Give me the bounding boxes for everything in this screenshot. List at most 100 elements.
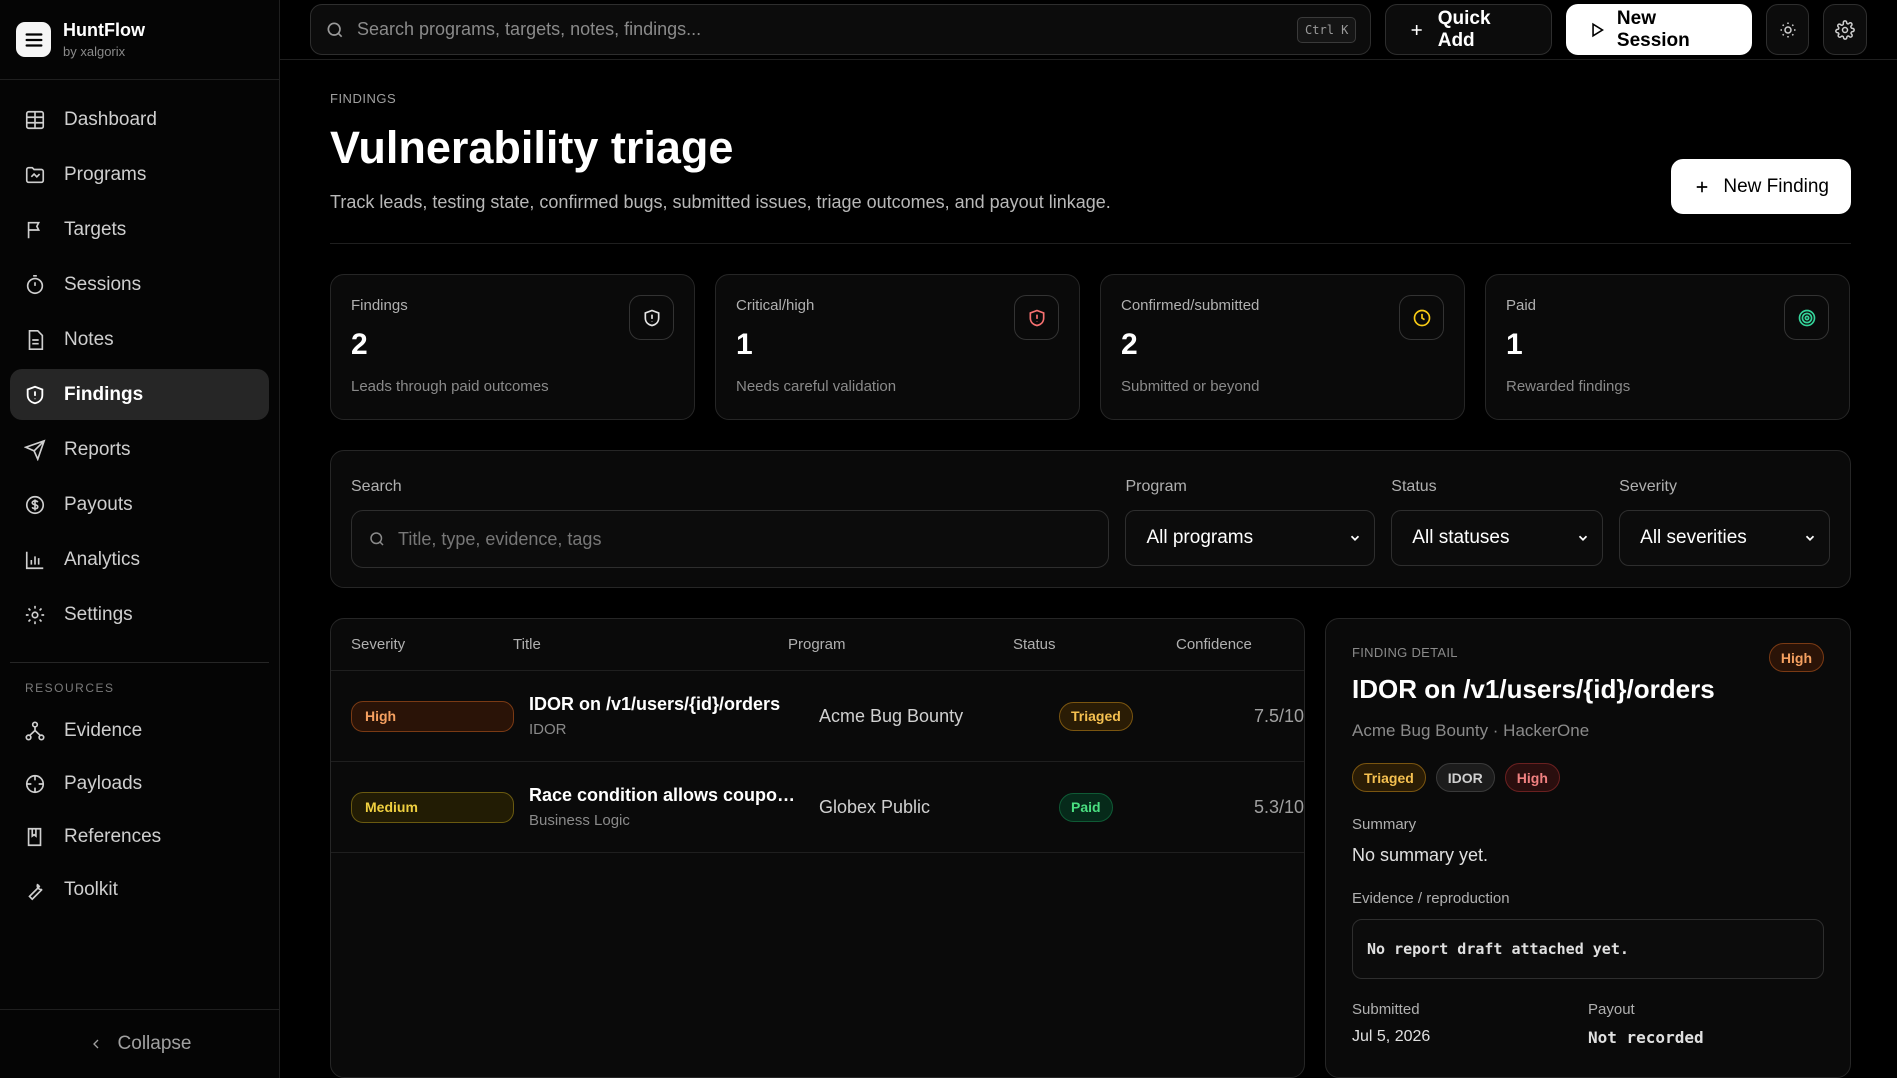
timer-icon [26, 274, 44, 294]
bar-chart-icon [25, 551, 44, 569]
sidebar-item-label: Sessions [64, 273, 142, 295]
plus-icon [1412, 24, 1423, 35]
table-row[interactable]: High IDOR on /v1/users/{id}/orders IDOR … [331, 671, 1304, 762]
status-select[interactable]: All statuses [1391, 510, 1604, 566]
column-header-confidence[interactable]: Confidence [1176, 636, 1296, 653]
sidebar-nav: Dashboard Programs Targets Sessions Note… [0, 80, 279, 644]
sidebar-item-sessions[interactable]: Sessions [10, 259, 269, 310]
sidebar-item-label: Dashboard [64, 108, 157, 130]
detail-label: FINDING DETAIL [1352, 645, 1458, 660]
settings-button[interactable] [1823, 4, 1867, 55]
book-icon [27, 827, 42, 846]
chevron-down-icon [1579, 535, 1588, 541]
status-cell: Triaged [1059, 701, 1209, 731]
main: Search programs, targets, notes, finding… [280, 0, 1897, 1078]
finding-type: IDOR [529, 721, 567, 738]
filter-label: Severity [1619, 478, 1677, 495]
program-select[interactable]: All programs [1125, 510, 1376, 566]
summary-label: Summary [1352, 816, 1417, 833]
resources-heading: RESOURCES [25, 681, 115, 695]
filter-status-group: Status All statuses [1391, 478, 1604, 587]
stat-value: 2 [1121, 328, 1138, 361]
page-title: Vulnerability triage [330, 122, 734, 173]
severity-badge: High [351, 700, 514, 732]
quick-add-label: Quick Add [1437, 7, 1491, 51]
collapse-label: Collapse [117, 1033, 192, 1054]
findings-search-placeholder: Title, type, evidence, tags [398, 528, 602, 549]
stat-value: 2 [351, 328, 368, 361]
stat-label: Confirmed/submitted [1121, 297, 1260, 314]
stats-row: Findings 2 Leads through paid outcomes C… [330, 274, 1851, 420]
stat-card-findings: Findings 2 Leads through paid outcomes [330, 274, 695, 420]
severity-select[interactable]: All severities [1619, 510, 1831, 566]
column-header-title[interactable]: Title [513, 636, 788, 653]
sidebar-item-findings[interactable]: Findings [10, 369, 269, 420]
crosshair-icon [25, 774, 45, 793]
sidebar-item-settings[interactable]: Settings [10, 589, 269, 640]
sidebar-item-dashboard[interactable]: Dashboard [10, 94, 269, 145]
summary-text: No summary yet. [1352, 845, 1489, 865]
sidebar-item-programs[interactable]: Programs [10, 149, 269, 200]
brand[interactable]: HuntFlow by xalgorix [0, 0, 279, 80]
detail-footer: Submitted Jul 5, 2026 Payout Not recorde… [1352, 1001, 1824, 1047]
sidebar-item-notes[interactable]: Notes [10, 314, 269, 365]
sidebar-item-payloads[interactable]: Payloads [0, 758, 279, 809]
severity-badge: Medium [351, 791, 514, 823]
grid-icon [25, 110, 45, 129]
shortcut-badge: Ctrl K [1297, 16, 1357, 43]
sidebar-item-label: Programs [64, 163, 147, 185]
table-row[interactable]: Medium Race condition allows coupon st..… [331, 762, 1304, 853]
sidebar-item-label: Reports [64, 438, 131, 460]
column-header-status[interactable]: Status [1013, 636, 1176, 653]
filters-panel: Search Title, type, evidence, tags Progr… [330, 450, 1851, 588]
severity-select-value: All severities [1640, 527, 1747, 548]
new-session-button[interactable]: New Session [1565, 4, 1752, 55]
title-cell: Race condition allows coupon st... Busin… [529, 785, 819, 829]
program-cell: Acme Bug Bounty [819, 705, 964, 726]
collapse-button[interactable]: Collapse [0, 1009, 279, 1078]
sidebar-item-toolkit[interactable]: Toolkit [0, 864, 279, 915]
evidence-box: No report draft attached yet. [1352, 919, 1824, 979]
sidebar-item-reports[interactable]: Reports [10, 424, 269, 475]
shield-icon [629, 295, 674, 340]
play-icon [1591, 22, 1604, 37]
confidence-cell: 7.5/10 [1253, 705, 1304, 726]
stat-subtext: Leads through paid outcomes [351, 378, 549, 395]
folder-icon [25, 166, 45, 183]
plus-icon [1697, 181, 1708, 192]
theme-toggle-button[interactable] [1765, 4, 1810, 55]
payout-field: Payout Not recorded [1588, 1001, 1824, 1047]
new-finding-label: New Finding [1723, 175, 1829, 197]
quick-add-button[interactable]: Quick Add [1385, 4, 1552, 55]
evidence-label: Evidence / reproduction [1352, 890, 1510, 907]
sidebar-item-analytics[interactable]: Analytics [10, 534, 269, 585]
chevron-down-icon [1805, 535, 1815, 541]
finding-title: Race condition allows coupon st... [529, 785, 804, 805]
sidebar-item-label: Payloads [64, 772, 143, 794]
severity-cell: High [351, 700, 529, 732]
status-cell: Paid [1059, 792, 1209, 822]
title-cell: IDOR on /v1/users/{id}/orders IDOR [529, 694, 819, 738]
column-header-program[interactable]: Program [788, 636, 1013, 653]
findings-search-input[interactable]: Title, type, evidence, tags [351, 510, 1110, 568]
new-finding-button[interactable]: New Finding [1671, 159, 1851, 214]
column-header-severity[interactable]: Severity [351, 636, 513, 653]
sidebar-item-evidence[interactable]: Evidence [0, 705, 279, 756]
sidebar-item-label: Toolkit [64, 878, 118, 900]
sidebar-item-targets[interactable]: Targets [10, 204, 269, 255]
brand-name: HuntFlow [63, 20, 145, 40]
stat-card-confirmed-submitted: Confirmed/submitted 2 Submitted or beyon… [1100, 274, 1465, 420]
global-search-input[interactable]: Search programs, targets, notes, finding… [310, 4, 1372, 55]
tag-status: Triaged [1352, 763, 1426, 792]
clock-icon [1399, 295, 1444, 340]
sidebar-item-references[interactable]: References [0, 811, 279, 862]
program-select-value: All programs [1146, 527, 1254, 548]
sidebar-item-payouts[interactable]: Payouts [10, 479, 269, 530]
page-header: FINDINGS Vulnerability triage Track lead… [330, 60, 1851, 244]
gear-icon [1835, 19, 1856, 40]
status-badge: Paid [1059, 792, 1113, 822]
breadcrumb: FINDINGS [330, 91, 397, 106]
confidence-cell: 5.3/10 [1253, 796, 1304, 817]
dollar-icon [25, 495, 45, 514]
status-select-value: All statuses [1412, 527, 1510, 548]
